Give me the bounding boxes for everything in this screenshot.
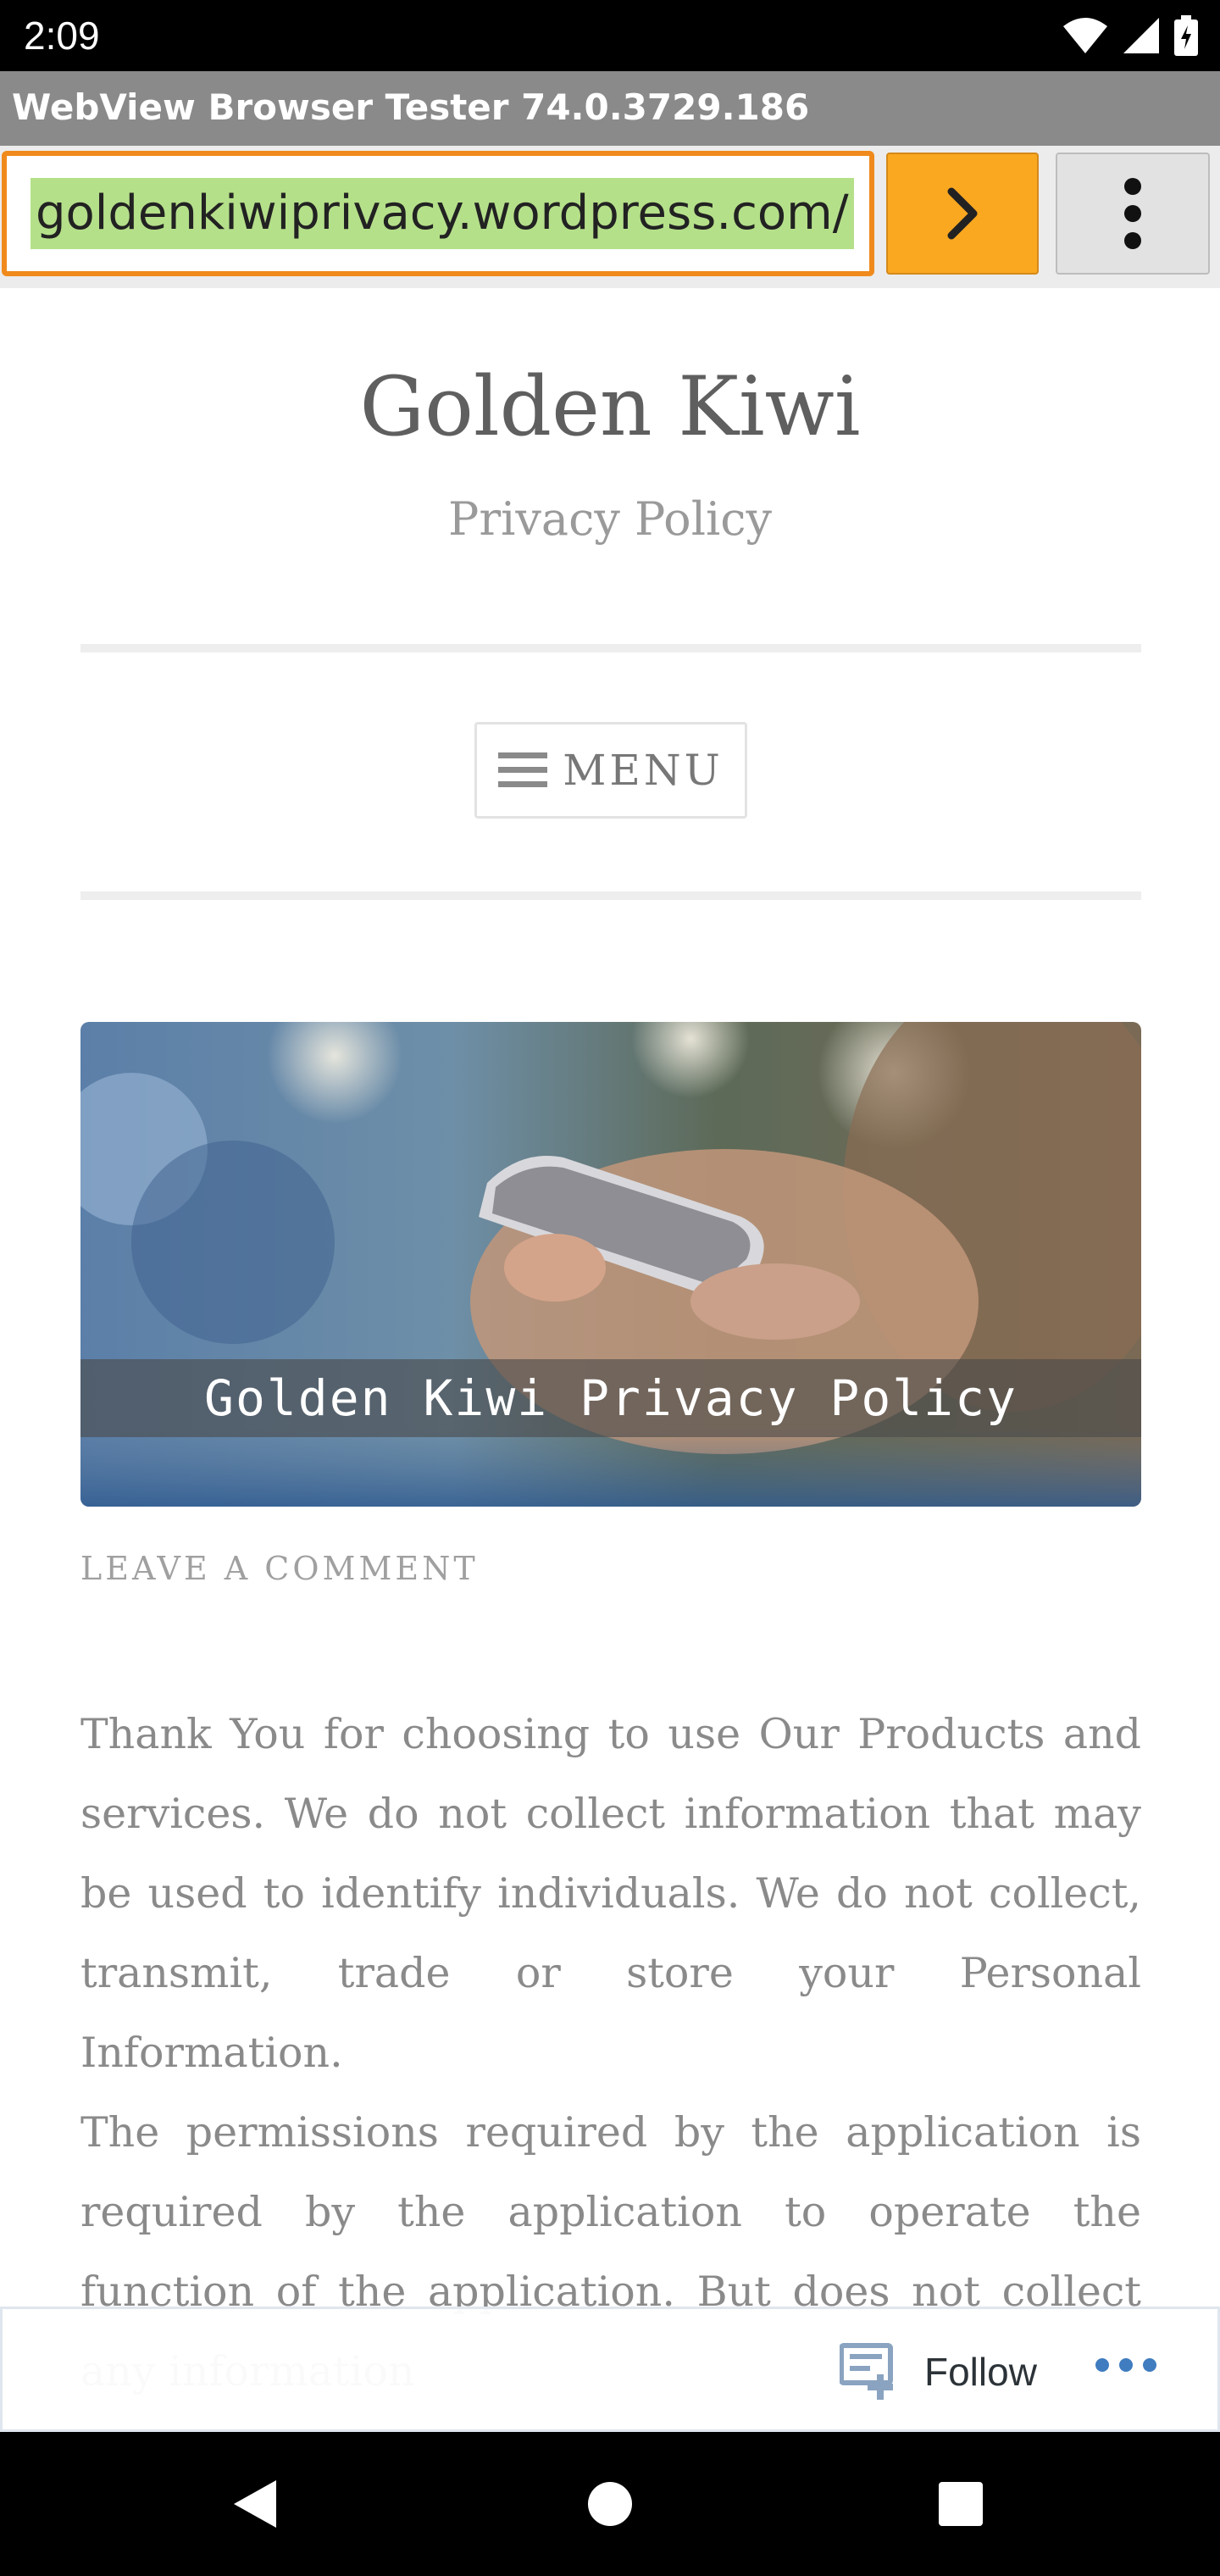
back-button[interactable] — [203, 2466, 305, 2542]
follow-button[interactable]: Follow — [840, 2341, 1037, 2402]
overflow-menu-button[interactable] — [1056, 153, 1210, 275]
more-dot-icon — [1119, 2358, 1133, 2372]
status-bar: 2:09 — [0, 0, 1220, 71]
post-paragraph: Thank You for choosing to use Our Produc… — [80, 1710, 1141, 2077]
home-button[interactable] — [559, 2466, 661, 2542]
recents-icon — [939, 2482, 983, 2526]
chevron-right-icon — [947, 187, 978, 240]
battery-icon — [1174, 15, 1198, 56]
more-dot-icon — [1143, 2358, 1156, 2372]
go-button[interactable] — [886, 153, 1039, 275]
menu-button[interactable]: MENU — [474, 722, 747, 819]
navigation-bar — [0, 2432, 1220, 2576]
reader-follow-icon — [840, 2343, 893, 2400]
status-time: 2:09 — [24, 14, 100, 58]
web-page: Golden Kiwi Privacy Policy MENU Golden K… — [0, 288, 1220, 2432]
back-icon — [234, 2480, 276, 2528]
hamburger-icon — [498, 752, 548, 787]
featured-image[interactable]: Golden Kiwi Privacy Policy — [80, 1022, 1141, 1507]
recents-button[interactable] — [910, 2466, 1012, 2542]
follow-label: Follow — [924, 2350, 1037, 2394]
menu-label: MENU — [563, 746, 724, 795]
divider — [80, 891, 1141, 900]
app-title: WebView Browser Tester 74.0.3729.186 — [12, 86, 810, 128]
leave-comment-link[interactable]: LEAVE A COMMENT — [80, 1547, 479, 1590]
more-options-button[interactable] — [1095, 2358, 1156, 2372]
more-dot-icon — [1095, 2358, 1109, 2372]
cellular-signal-icon — [1123, 18, 1159, 53]
home-icon — [588, 2482, 632, 2526]
status-icons — [1062, 14, 1198, 58]
more-vert-icon — [1124, 178, 1141, 249]
url-input[interactable]: goldenkiwiprivacy.wordpress.com/ — [2, 151, 874, 276]
site-title[interactable]: Golden Kiwi — [0, 356, 1220, 458]
wifi-icon — [1063, 18, 1107, 53]
url-bar: goldenkiwiprivacy.wordpress.com/ — [0, 146, 1220, 288]
url-text: goldenkiwiprivacy.wordpress.com/ — [30, 178, 854, 249]
featured-image-caption: Golden Kiwi Privacy Policy — [80, 1359, 1141, 1437]
site-description: Privacy Policy — [448, 492, 772, 546]
follow-bar: Follow — [0, 2307, 1220, 2432]
app-title-bar: WebView Browser Tester 74.0.3729.186 — [0, 71, 1220, 146]
divider — [80, 644, 1141, 652]
